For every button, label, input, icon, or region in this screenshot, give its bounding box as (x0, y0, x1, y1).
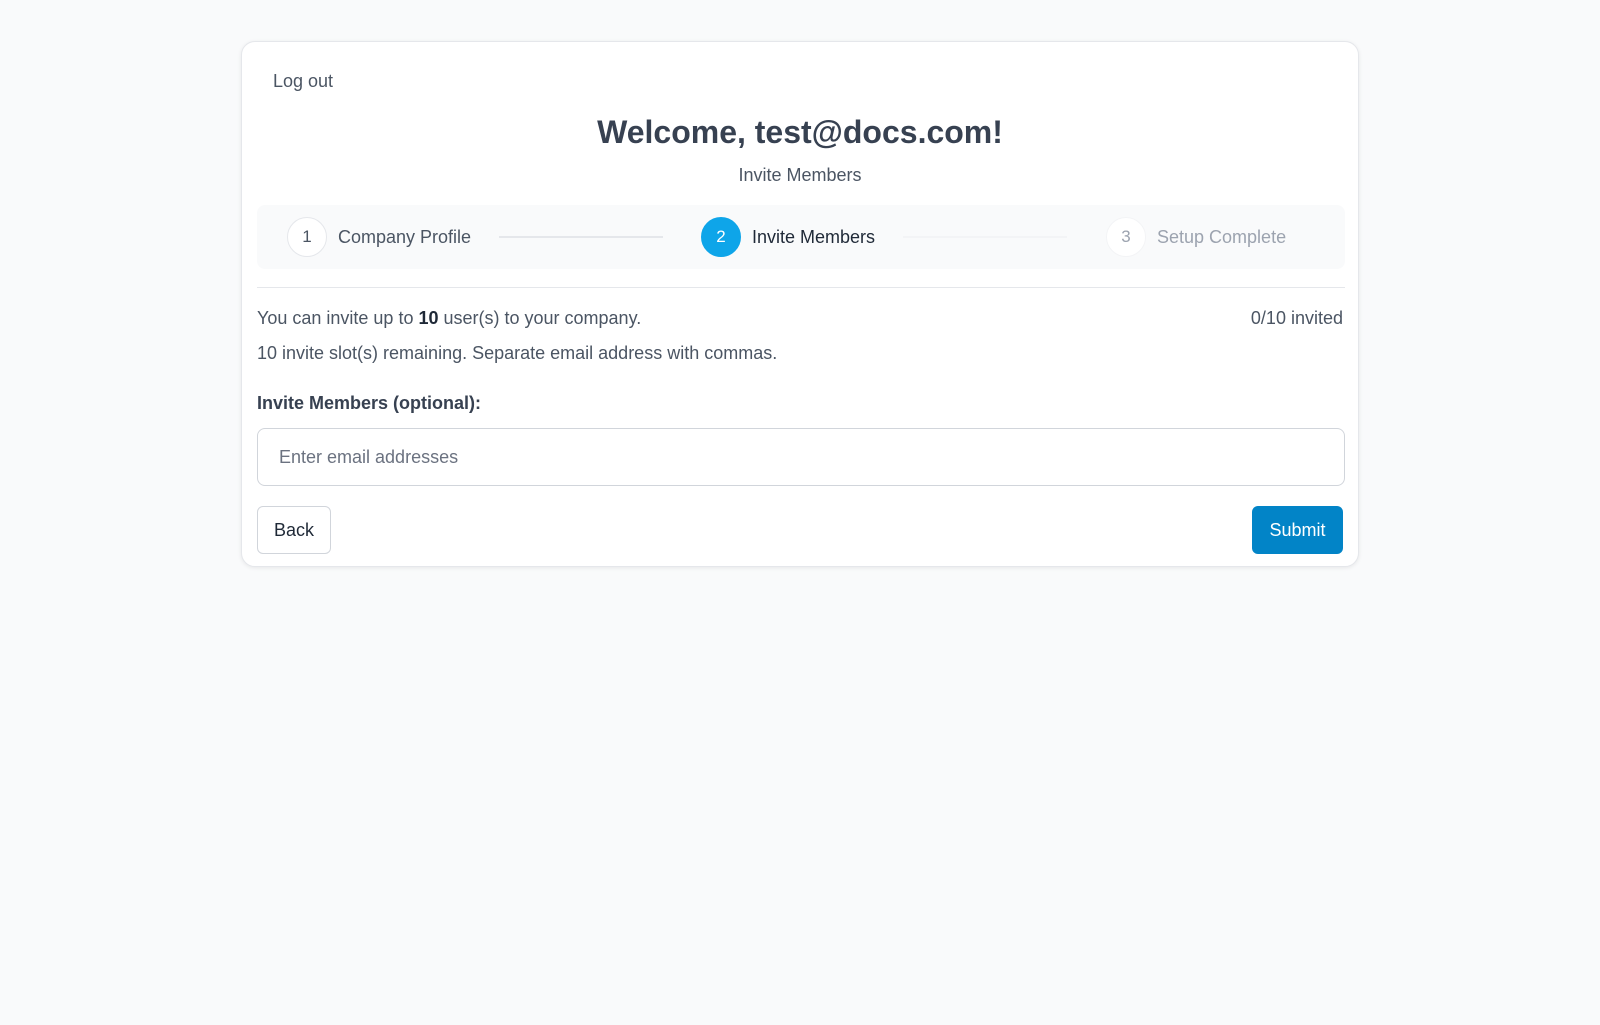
email-input[interactable] (257, 428, 1345, 486)
invite-limit-text: You can invite up to 10 user(s) to your … (257, 308, 641, 329)
progress-stepper: 1 Company Profile 2 Invite Members 3 Set… (257, 205, 1345, 269)
step-company-profile: 1 Company Profile (287, 217, 471, 257)
step-number: 2 (701, 217, 741, 257)
invite-limit-suffix: user(s) to your company. (438, 308, 642, 328)
remaining-slots-text: 10 invite slot(s) remaining. Separate em… (257, 343, 778, 363)
onboarding-card: Log out Welcome, test@docs.com! Invite M… (241, 41, 1359, 567)
logout-link[interactable]: Log out (273, 71, 333, 92)
invited-count: 0/10 invited (1250, 308, 1343, 328)
step-invite-members: 2 Invite Members (701, 217, 875, 257)
submit-button[interactable]: Submit (1252, 506, 1343, 554)
step-connector (903, 236, 1067, 238)
step-number: 1 (287, 217, 327, 257)
step-label: Invite Members (752, 226, 876, 247)
page-title: Welcome, test@docs.com! (597, 114, 1003, 150)
invite-limit-max: 10 (418, 308, 439, 328)
step-number: 3 (1106, 217, 1146, 257)
step-label: Company Profile (338, 226, 472, 247)
step-setup-complete: 3 Setup Complete (1106, 217, 1286, 257)
page-subtitle: Invite Members (738, 165, 862, 185)
step-label: Setup Complete (1157, 226, 1287, 247)
back-button[interactable]: Back (257, 506, 331, 554)
step-connector (499, 236, 663, 238)
invite-members-label: Invite Members (optional): (257, 393, 482, 413)
section-divider (257, 287, 1345, 288)
invite-limit-prefix: You can invite up to (257, 308, 419, 328)
